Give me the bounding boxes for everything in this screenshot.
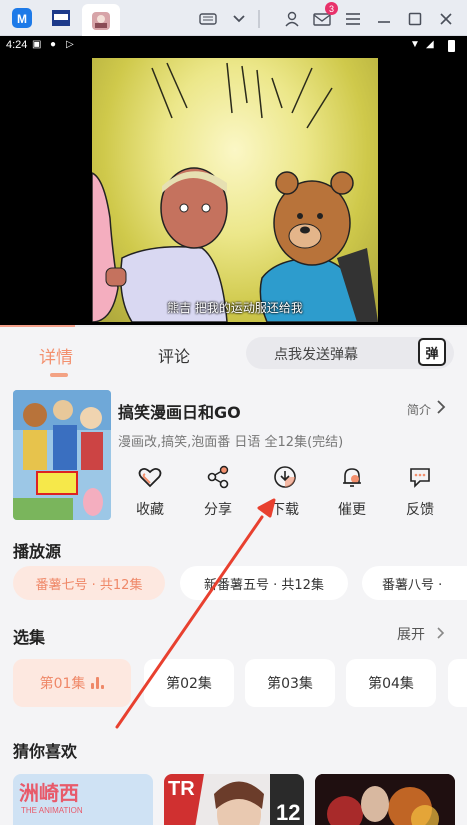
video-subtitle: 熊吉 把我的运动服还给我 <box>167 301 303 315</box>
recommend-section-title: 猜你喜欢 <box>13 742 78 761</box>
svg-text:M: M <box>17 12 27 26</box>
play-icon: ▷ <box>66 39 74 50</box>
intro-link[interactable]: 简介 <box>407 401 431 418</box>
video-progress-fill <box>0 325 75 327</box>
source-chip-1[interactable]: 番薯七号 · 共12集 <box>13 566 165 600</box>
urge-update-button[interactable]: 催更 <box>332 463 372 519</box>
toolbar-divider <box>258 10 260 28</box>
notification-icon: ▣ <box>32 39 42 50</box>
share-button[interactable]: 分享 <box>198 463 238 519</box>
user-icon[interactable] <box>282 9 302 29</box>
recommend-card-3-art <box>315 774 455 825</box>
danmaku-button-label: 弹 <box>425 346 439 362</box>
app-tab-1[interactable]: M <box>10 6 36 34</box>
minimize-icon[interactable] <box>374 9 394 29</box>
feedback-icon <box>400 463 440 491</box>
heart-icon <box>130 463 170 491</box>
favorite-label: 收藏 <box>136 502 164 518</box>
recommend-card-3[interactable] <box>315 774 455 825</box>
app-tab-3[interactable] <box>82 4 120 36</box>
episode-button-3[interactable]: 第03集 <box>245 659 335 707</box>
signal-icon: ◢ <box>426 39 434 50</box>
tab-comments[interactable]: 评论 <box>158 343 190 367</box>
source-section-title: 播放源 <box>13 542 62 561</box>
recommend-card-1-sub: THE ANIMATION <box>21 806 83 815</box>
download-label: 下载 <box>271 502 299 518</box>
m-app-icon: M <box>12 8 32 28</box>
anime-meta: 漫画改,搞笑,泡面番 日语 全12集(完结) <box>118 435 344 450</box>
chevron-right-icon[interactable] <box>436 399 446 419</box>
share-icon <box>198 463 238 491</box>
recommend-card-2[interactable]: TR 12 <box>164 774 304 825</box>
video-frame[interactable]: 熊吉 把我的运动服还给我 <box>92 58 378 322</box>
status-time: 4:24 <box>6 39 28 51</box>
danmaku-toggle-button[interactable]: 弹 <box>418 338 446 366</box>
share-label: 分享 <box>204 502 232 518</box>
episode-button-1[interactable]: 第01集 <box>13 659 131 707</box>
menu-icon[interactable] <box>343 9 363 29</box>
keyboard-icon[interactable] <box>198 9 218 29</box>
notification-badge: 3 <box>325 2 338 15</box>
urge-update-label: 催更 <box>338 502 366 518</box>
emulator-toolbar: M 3 <box>0 0 467 36</box>
download-button[interactable]: 下载 <box>265 463 305 519</box>
source-chip-3[interactable]: 番薯八号 · <box>362 566 467 600</box>
close-icon[interactable] <box>436 9 456 29</box>
app-3-icon <box>92 12 110 30</box>
episode-button-4[interactable]: 第04集 <box>346 659 436 707</box>
source-chip-2[interactable]: 新番薯五号 · 共12集 <box>180 566 348 600</box>
episode-label-1: 第01集 <box>39 676 86 692</box>
battery-icon <box>448 40 455 52</box>
anime-scene-image <box>92 62 378 322</box>
recommend-card-2-title: TR <box>168 778 195 800</box>
detail-panel: 详情 评论 点我发送弹幕 弹 搞笑漫画日和GO 简介 漫画改,搞笑,泡面番 日语… <box>0 325 467 825</box>
recommend-card-1-title: 洲崎西 <box>19 781 79 805</box>
app-2-icon <box>52 10 70 26</box>
app-tab-2[interactable] <box>44 6 78 34</box>
wifi-icon: ▼ <box>410 39 420 50</box>
danmaku-placeholder: 点我发送弹幕 <box>274 347 358 363</box>
anime-title: 搞笑漫画日和GO <box>118 403 241 422</box>
maximize-icon[interactable] <box>405 9 425 29</box>
expand-chevron-icon[interactable] <box>436 625 446 645</box>
feedback-button[interactable]: 反馈 <box>400 463 440 519</box>
episode-button-2[interactable]: 第02集 <box>144 659 234 707</box>
cover-art-image <box>13 390 111 520</box>
recommend-card-2-sub: 12 <box>276 800 301 825</box>
recommend-card-1[interactable]: 洲崎西 THE ANIMATION <box>13 774 153 825</box>
anime-cover[interactable] <box>13 390 111 520</box>
download-icon <box>265 463 305 491</box>
playing-bars-icon <box>91 677 105 689</box>
episode-section-title: 选集 <box>13 628 46 647</box>
expand-link[interactable]: 展开 <box>397 624 425 644</box>
chevron-down-icon[interactable] <box>229 9 249 29</box>
favorite-button[interactable]: 收藏 <box>130 463 170 519</box>
episode-button-5-partial[interactable] <box>448 659 467 707</box>
feedback-label: 反馈 <box>406 502 434 518</box>
bluetooth-icon: ● <box>50 39 57 50</box>
tab-indicator <box>50 373 68 377</box>
bell-icon <box>332 463 372 491</box>
android-status-bar: 4:24 ▣ ● ▷ ▼ ◢ <box>0 36 467 55</box>
tab-details[interactable]: 详情 <box>39 343 73 368</box>
video-progress-track[interactable] <box>0 325 467 327</box>
